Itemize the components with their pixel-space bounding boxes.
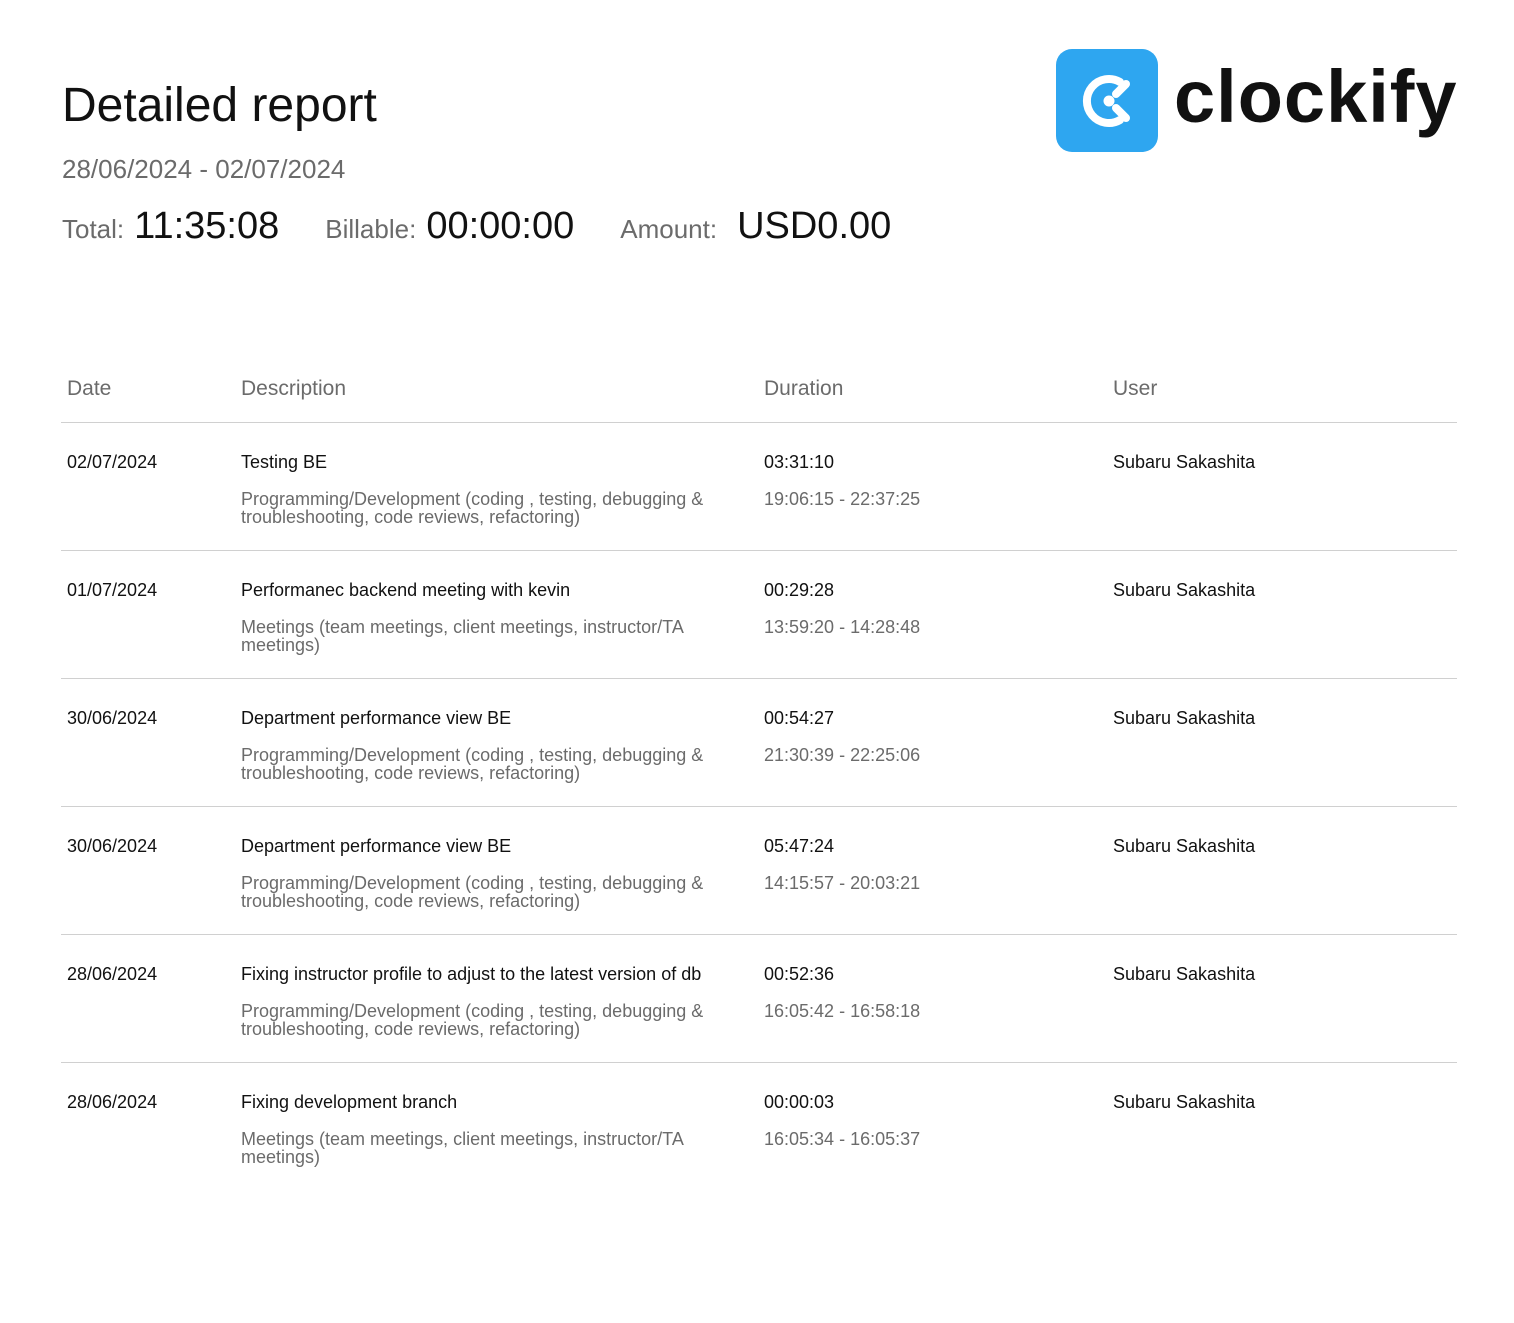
entry-description-cell: Department performance view BE Programmi… xyxy=(241,708,741,782)
table-row: 01/07/2024 Performanec backend meeting w… xyxy=(61,551,1457,679)
entry-description-cell: Department performance view BE Programmi… xyxy=(241,836,741,910)
clockify-logo-icon xyxy=(1056,49,1158,152)
entry-description: Testing BE xyxy=(241,452,328,472)
entry-user: Subaru Sakashita xyxy=(1113,580,1256,600)
entry-duration-cell: 03:31:10 19:06:15 - 22:37:25 xyxy=(764,452,920,508)
entry-category: Programming/Development (coding , testin… xyxy=(241,1001,704,1039)
entry-user: Subaru Sakashita xyxy=(1113,836,1256,856)
entry-date: 30/06/2024 xyxy=(67,708,158,728)
entry-duration: 00:54:27 xyxy=(764,708,835,728)
brand-logo: clockify xyxy=(1056,49,1458,152)
summary-bar: Total: 11:35:08 Billable: 00:00:00 Amoun… xyxy=(62,205,891,255)
column-header-duration: Duration xyxy=(764,377,844,400)
entry-duration: 00:52:36 xyxy=(764,964,835,984)
total-label: Total: xyxy=(62,214,125,244)
table-header: Date Description Duration User xyxy=(61,360,1457,423)
table-row: 30/06/2024 Department performance view B… xyxy=(61,679,1457,807)
entry-time-range: 19:06:15 - 22:37:25 xyxy=(764,489,921,509)
amount-label: Amount: xyxy=(620,214,718,244)
entry-description-cell: Fixing instructor profile to adjust to t… xyxy=(241,964,741,1038)
entry-duration: 00:00:03 xyxy=(764,1092,835,1112)
entry-description: Fixing development branch xyxy=(241,1092,458,1112)
entry-description: Department performance view BE xyxy=(241,836,512,856)
entry-category: Programming/Development (coding , testin… xyxy=(241,745,704,783)
entry-duration-cell: 00:29:28 13:59:20 - 14:28:48 xyxy=(764,580,920,636)
entry-user: Subaru Sakashita xyxy=(1113,708,1256,728)
entry-user: Subaru Sakashita xyxy=(1113,964,1256,984)
entry-date: 28/06/2024 xyxy=(67,964,158,984)
entry-category: Programming/Development (coding , testin… xyxy=(241,489,704,527)
entry-date: 01/07/2024 xyxy=(67,580,158,600)
entry-category: Meetings (team meetings, client meetings… xyxy=(241,617,683,655)
entry-time-range: 16:05:42 - 16:58:18 xyxy=(764,1001,921,1021)
entry-date: 28/06/2024 xyxy=(67,1092,158,1112)
clockify-c-glyph xyxy=(1082,74,1130,127)
billable-value: 00:00:00 xyxy=(426,205,575,247)
entry-duration: 05:47:24 xyxy=(764,836,835,856)
entry-time-range: 13:59:20 - 14:28:48 xyxy=(764,617,921,637)
entry-duration-cell: 05:47:24 14:15:57 - 20:03:21 xyxy=(764,836,920,892)
total-value: 11:35:08 xyxy=(134,205,280,247)
entry-duration-cell: 00:00:03 16:05:34 - 16:05:37 xyxy=(764,1092,920,1148)
entry-time-range: 16:05:34 - 16:05:37 xyxy=(764,1129,921,1149)
entry-time-range: 21:30:39 - 22:25:06 xyxy=(764,745,921,765)
entry-category: Meetings (team meetings, client meetings… xyxy=(241,1129,683,1167)
table-row: 28/06/2024 Fixing development branch Mee… xyxy=(61,1063,1457,1190)
billable-label: Billable: xyxy=(325,214,417,244)
table-row: 28/06/2024 Fixing instructor profile to … xyxy=(61,935,1457,1063)
entry-description-cell: Performanec backend meeting with kevin M… xyxy=(241,580,741,654)
entry-description: Performanec backend meeting with kevin xyxy=(241,580,571,600)
entry-duration: 03:31:10 xyxy=(764,452,835,472)
entry-description-cell: Testing BE Programming/Development (codi… xyxy=(241,452,741,526)
column-header-user: User xyxy=(1113,377,1158,400)
entry-category: Programming/Development (coding , testin… xyxy=(241,873,704,911)
table-row: 30/06/2024 Department performance view B… xyxy=(61,807,1457,935)
entries-table: Date Description Duration User 02/07/202… xyxy=(61,360,1457,1190)
entry-date: 02/07/2024 xyxy=(67,452,158,472)
entry-description-cell: Fixing development branch Meetings (team… xyxy=(241,1092,741,1166)
table-row: 02/07/2024 Testing BE Programming/Develo… xyxy=(61,423,1457,551)
entry-duration-cell: 00:54:27 21:30:39 - 22:25:06 xyxy=(764,708,920,764)
entry-description: Fixing instructor profile to adjust to t… xyxy=(241,964,702,984)
amount-value: USD0.00 xyxy=(737,205,892,247)
entry-duration-cell: 00:52:36 16:05:42 - 16:58:18 xyxy=(764,964,920,1020)
page-title: Detailed report xyxy=(62,79,377,132)
entry-description: Department performance view BE xyxy=(241,708,512,728)
brand-wordmark: clockify xyxy=(1174,54,1458,138)
column-header-date: Date xyxy=(67,377,112,400)
date-range: 28/06/2024 - 02/07/2024 xyxy=(62,154,346,184)
column-header-description: Description xyxy=(241,377,347,400)
entry-date: 30/06/2024 xyxy=(67,836,158,856)
entry-user: Subaru Sakashita xyxy=(1113,452,1256,472)
entry-user: Subaru Sakashita xyxy=(1113,1092,1256,1112)
entry-duration: 00:29:28 xyxy=(764,580,835,600)
entry-time-range: 14:15:57 - 20:03:21 xyxy=(764,873,921,893)
